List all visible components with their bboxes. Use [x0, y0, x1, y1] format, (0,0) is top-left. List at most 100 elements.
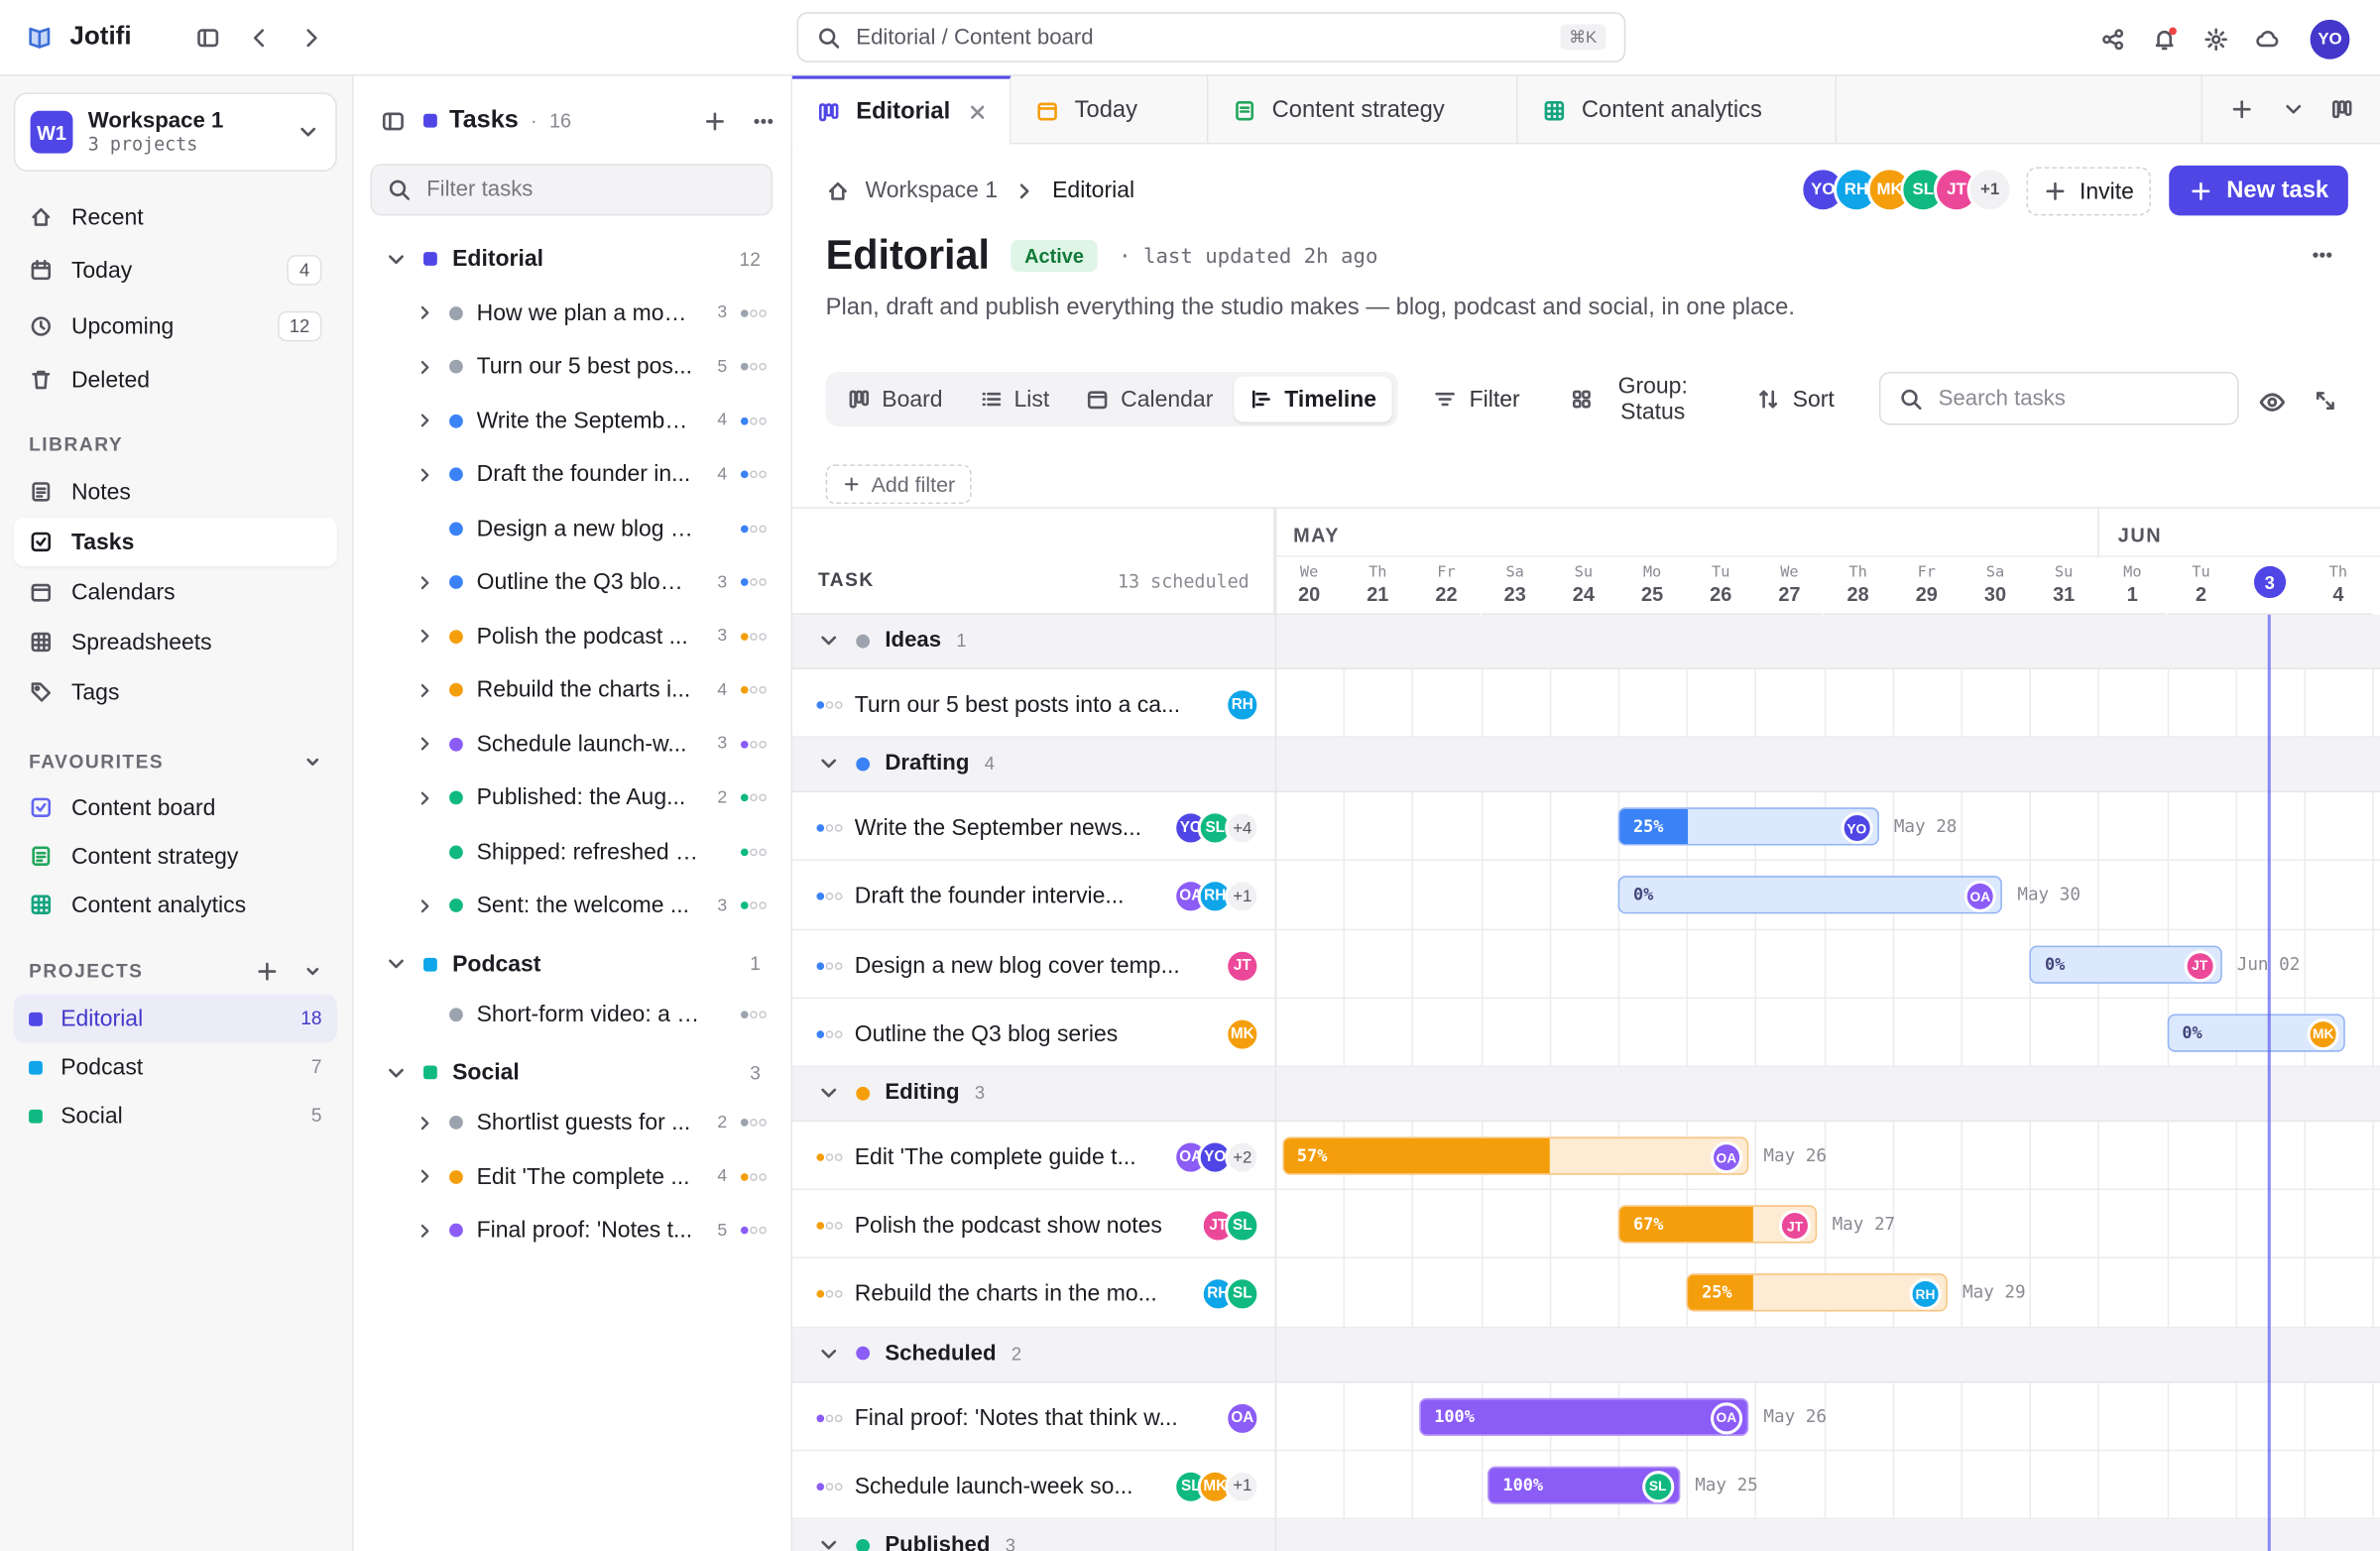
list-item[interactable]: Schedule launch-w... 3	[415, 731, 767, 757]
nav-recent[interactable]: Recent	[14, 192, 337, 241]
task-group[interactable]: Social 3	[384, 1060, 778, 1086]
view-board[interactable]: Board	[832, 377, 958, 422]
project-podcast[interactable]: Podcast 7	[14, 1043, 337, 1092]
plus-icon[interactable]	[255, 959, 279, 983]
filter-button[interactable]: Filter	[1433, 375, 1520, 423]
board-icon[interactable]	[2329, 97, 2353, 121]
fav-content-analytics[interactable]: Content analytics	[14, 881, 337, 929]
nav-deleted[interactable]: Deleted	[14, 355, 337, 404]
timeline-group-row[interactable]: Published 3	[791, 1519, 2380, 1551]
invite-button[interactable]: Invite	[2026, 167, 2151, 216]
task-bar[interactable]: 25% YO	[1617, 807, 1879, 846]
timeline-row[interactable]: Write the September news... YO SL +4	[791, 792, 2380, 862]
list-item[interactable]: Edit 'The complete ... 4	[415, 1163, 767, 1189]
tab-content-strategy[interactable]: Content strategy	[1208, 75, 1518, 145]
list-item[interactable]: Design a new blog co...	[415, 516, 767, 541]
list-item[interactable]: Shortlist guests for ... 2	[415, 1110, 767, 1135]
member-avatars[interactable]: YO RH MK SL JT +1	[1800, 167, 2013, 213]
group-button[interactable]: Group: Status	[1570, 374, 1688, 425]
list-item[interactable]: Sent: the welcome ... 3	[415, 893, 767, 918]
bell-icon[interactable]	[2152, 27, 2177, 52]
fav-content-board[interactable]: Content board	[14, 783, 337, 832]
timeline-row[interactable]: Outline the Q3 blog series MK	[791, 999, 2380, 1067]
list-item[interactable]: Rebuild the charts i... 4	[415, 677, 767, 703]
filter-tasks-input[interactable]: Filter tasks	[370, 164, 774, 216]
plus-icon[interactable]	[2229, 97, 2253, 121]
task-bar[interactable]: 0% JT	[2029, 944, 2222, 984]
close-icon[interactable]	[965, 99, 989, 123]
plus-icon[interactable]	[703, 108, 727, 132]
task-group[interactable]: Podcast 1	[384, 951, 778, 977]
tab-content-analytics[interactable]: Content analytics	[1518, 75, 1838, 145]
nav-calendars[interactable]: Calendars	[14, 567, 337, 616]
chevron-down-icon[interactable]	[2282, 97, 2306, 121]
nav-spreadsheets[interactable]: Spreadsheets	[14, 618, 337, 666]
tab-editorial[interactable]: Editorial	[791, 75, 1012, 145]
nav-notes[interactable]: Notes	[14, 467, 337, 516]
task-bar[interactable]: 25% RH	[1686, 1273, 1948, 1313]
share-icon[interactable]	[2100, 28, 2124, 52]
view-timeline[interactable]: Timeline	[1234, 376, 1392, 422]
new-task-button[interactable]: New task	[2169, 165, 2348, 216]
sort-button[interactable]: Sort	[1756, 375, 1835, 423]
timeline-group-row[interactable]: Drafting 4	[791, 738, 2380, 793]
nav-upcoming[interactable]: Upcoming 12	[14, 302, 337, 351]
chevron-down-icon[interactable]	[300, 959, 324, 983]
command-search[interactable]: Editorial / Content board ⌘K	[796, 12, 1626, 62]
list-item[interactable]: Write the Septembe... 4	[415, 408, 767, 433]
task-group[interactable]: Editorial 12	[384, 246, 778, 272]
tasks-title: Tasks	[449, 106, 519, 134]
timeline-group-row[interactable]: Scheduled 2	[791, 1327, 2380, 1382]
task-bar[interactable]: 67% JT	[1617, 1205, 1818, 1244]
sidebar-toggle-icon[interactable]	[194, 24, 222, 52]
view-list[interactable]: List	[964, 377, 1065, 422]
project-social[interactable]: Social 5	[14, 1092, 337, 1140]
timeline-group-row[interactable]: Ideas 1	[791, 614, 2380, 669]
task-bar[interactable]: 57% OA	[1281, 1136, 1749, 1175]
nav-tags[interactable]: Tags	[14, 667, 337, 716]
task-bar[interactable]: 100% SL	[1488, 1466, 1680, 1504]
nav-tasks[interactable]: Tasks	[13, 517, 337, 566]
add-filter-button[interactable]: Add filter	[825, 464, 972, 505]
more-icon[interactable]	[2311, 243, 2334, 267]
list-item[interactable]: Shipped: refreshed br...	[415, 839, 767, 865]
fav-content-strategy[interactable]: Content strategy	[14, 832, 337, 881]
list-item[interactable]: Polish the podcast ... 3	[415, 623, 767, 649]
nav-today[interactable]: Today 4	[14, 246, 337, 295]
timeline-row[interactable]: Turn our 5 best posts into a ca... RH	[791, 669, 2380, 739]
timeline-row[interactable]: Polish the podcast show notes JT SL	[791, 1190, 2380, 1259]
list-item[interactable]: Turn our 5 best pos... 5	[415, 354, 767, 380]
list-item[interactable]: Final proof: 'Notes t... 5	[415, 1218, 767, 1244]
expand-icon[interactable]	[2314, 389, 2337, 413]
section-favourites[interactable]: FAVOURITES	[29, 750, 324, 774]
eye-icon[interactable]	[2259, 389, 2287, 417]
workspace-switcher[interactable]: W1 Workspace 13 projects	[13, 92, 337, 172]
priority-indicator	[740, 1010, 767, 1018]
back-arrow-icon[interactable]	[246, 24, 274, 52]
list-item[interactable]: Outline the Q3 blog ... 3	[415, 569, 767, 595]
task-bar[interactable]: 100% OA	[1418, 1397, 1749, 1436]
view-calendar[interactable]: Calendar	[1071, 377, 1229, 422]
cloud-icon[interactable]	[2255, 28, 2279, 52]
more-icon[interactable]	[752, 108, 775, 132]
list-item[interactable]: Short-form video: a d...	[415, 1002, 767, 1027]
breadcrumb-root[interactable]: Workspace 1	[865, 178, 998, 203]
user-avatar[interactable]: YO	[2307, 16, 2353, 62]
timeline-row[interactable]: Rebuild the charts in the mo... RH SL	[791, 1258, 2380, 1328]
gear-icon[interactable]	[2203, 28, 2227, 52]
panel-icon[interactable]	[381, 108, 405, 132]
task-bar[interactable]: 0% OA	[1617, 876, 2003, 915]
task-bar[interactable]: 0% MK	[2167, 1014, 2345, 1052]
timeline-group-row[interactable]: Editing 3	[791, 1067, 2380, 1123]
tasks-dot-sep: ·	[531, 109, 537, 133]
list-item[interactable]: Published: the Aug... 2	[415, 784, 767, 810]
add-filter-label: Add filter	[871, 472, 956, 497]
tab-today[interactable]: Today	[1011, 75, 1209, 145]
forward-arrow-icon[interactable]	[298, 24, 325, 52]
list-item[interactable]: Draft the founder in... 4	[415, 461, 767, 487]
timeline-row[interactable]: Draft the founder intervie... OA RH +1	[791, 861, 2380, 930]
brand[interactable]: Jotifi	[28, 21, 132, 52]
search-tasks-input[interactable]: Search tasks	[1878, 371, 2239, 425]
project-editorial[interactable]: Editorial 18	[13, 994, 337, 1043]
list-item[interactable]: How we plan a mon... 3	[415, 299, 767, 325]
